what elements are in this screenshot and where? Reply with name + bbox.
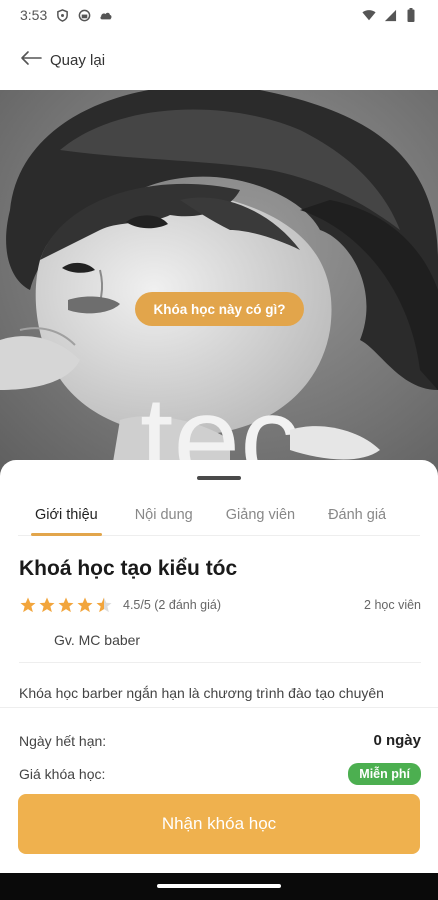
- course-description: Khóa học barber ngắn hạn là chương trình…: [19, 685, 384, 701]
- enroll-footer: Ngày hết hạn: 0 ngày Giá khóa học: Miễn …: [0, 707, 438, 900]
- course-highlights-button[interactable]: Khóa học này có gì?: [135, 292, 304, 326]
- android-icon: [77, 8, 91, 22]
- rating-row: 4.5/5 (2 đánh giá) 2 học viên: [19, 594, 421, 616]
- star-icon: [58, 597, 74, 613]
- wifi-icon: [362, 8, 376, 22]
- course-title: Khoá học tạo kiểu tóc: [19, 557, 238, 580]
- instructor-name[interactable]: Gv. MC baber: [54, 632, 140, 648]
- tab-intro[interactable]: Giới thiệu: [31, 496, 102, 536]
- star-icon: [39, 597, 55, 613]
- expiry-row: Ngày hết hạn: 0 ngày: [19, 732, 421, 749]
- star-icon: [77, 597, 93, 613]
- hero-illustration: tec: [0, 90, 438, 480]
- sheet-grabber[interactable]: [197, 476, 241, 480]
- signal-icon: [383, 8, 397, 22]
- tab-instructor[interactable]: Giảng viên: [226, 496, 295, 534]
- course-hero-image: tec Khóa học này có gì?: [0, 90, 438, 480]
- student-count: 2 học viên: [364, 598, 421, 612]
- arrow-left-icon: [20, 50, 42, 70]
- back-label: Quay lại: [50, 51, 106, 69]
- back-button[interactable]: Quay lại: [20, 50, 105, 70]
- tab-content[interactable]: Nội dung: [135, 496, 193, 534]
- cloud-icon: [99, 8, 113, 22]
- expiry-label: Ngày hết hạn:: [19, 732, 107, 749]
- status-left: 3:53: [20, 7, 113, 23]
- status-right: [362, 8, 418, 22]
- star-icon: [20, 597, 36, 613]
- tab-reviews[interactable]: Đánh giá: [328, 496, 386, 534]
- free-badge: Miễn phí: [348, 763, 421, 785]
- price-row: Giá khóa học: Miễn phí: [19, 763, 421, 785]
- star-rating: [19, 596, 113, 614]
- top-bar: Quay lại: [0, 30, 438, 90]
- status-bar: 3:53: [0, 0, 438, 30]
- status-time: 3:53: [20, 7, 48, 23]
- home-indicator[interactable]: [157, 884, 281, 888]
- system-nav-bar: [0, 873, 438, 900]
- expiry-value: 0 ngày: [373, 732, 421, 749]
- price-label: Giá khóa học:: [19, 766, 106, 782]
- enroll-button[interactable]: Nhận khóa học: [18, 794, 420, 854]
- battery-icon: [404, 8, 418, 22]
- course-tabs: Giới thiệu Nội dung Giảng viên Đánh giá: [18, 496, 420, 536]
- star-half-icon: [96, 597, 112, 613]
- rating-text: 4.5/5 (2 đánh giá): [123, 598, 221, 612]
- divider: [19, 662, 421, 663]
- shield-icon: [55, 8, 69, 22]
